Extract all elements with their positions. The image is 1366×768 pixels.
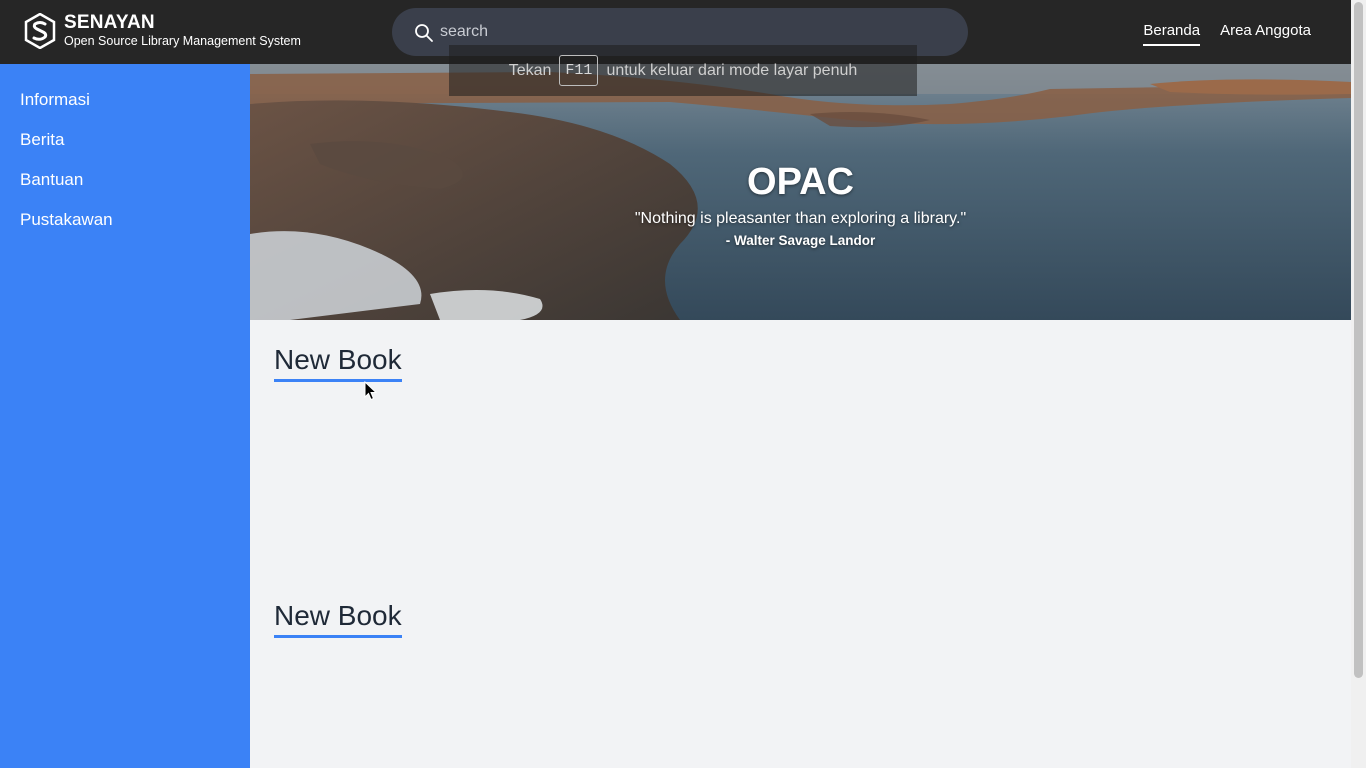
sidebar-item-bantuan[interactable]: Bantuan: [0, 168, 250, 208]
fullscreen-notice: Tekan F11 untuk keluar dari mode layar p…: [449, 45, 917, 96]
hero-title: OPAC: [747, 161, 854, 203]
page-scrollbar[interactable]: [1351, 0, 1366, 768]
hero-quote: "Nothing is pleasanter than exploring a …: [634, 210, 967, 227]
brand[interactable]: SENAYAN Open Source Library Management S…: [24, 13, 301, 49]
nav-beranda[interactable]: Beranda: [1143, 20, 1201, 46]
hero-banner: OPAC "Nothing is pleasanter than explori…: [250, 64, 1351, 320]
hero-quote-author: - Walter Savage Landor: [725, 233, 876, 248]
scrollbar-thumb[interactable]: [1354, 2, 1363, 678]
fullscreen-notice-suffix: untuk keluar dari mode layar penuh: [606, 61, 858, 79]
hero-text: OPAC "Nothing is pleasanter than explori…: [250, 160, 1351, 252]
slims-logo-icon: [24, 13, 56, 49]
fullscreen-notice-key: F11: [559, 55, 599, 86]
sidebar-item-informasi[interactable]: Informasi: [0, 88, 250, 128]
sidebar-link-pustakawan[interactable]: Pustakawan: [20, 210, 113, 229]
fullscreen-notice-prefix: Tekan: [508, 61, 552, 79]
nav-area-anggota[interactable]: Area Anggota: [1220, 20, 1311, 46]
new-book-section-title: New Book: [274, 343, 402, 382]
sidebar-item-pustakawan[interactable]: Pustakawan: [0, 208, 250, 248]
new-book-section-title-2: New Book: [274, 599, 402, 638]
mouse-cursor-icon: [364, 381, 378, 401]
brand-subtitle: Open Source Library Management System: [64, 34, 301, 48]
sidebar-link-berita[interactable]: Berita: [20, 130, 64, 149]
sidebar-item-berita[interactable]: Berita: [0, 128, 250, 168]
search-icon: [415, 24, 433, 42]
sidebar: Informasi Berita Bantuan Pustakawan: [0, 64, 250, 768]
sidebar-link-informasi[interactable]: Informasi: [20, 90, 90, 109]
top-nav: Beranda Area Anggota: [1143, 20, 1311, 46]
search-input[interactable]: [440, 18, 940, 46]
sidebar-link-bantuan[interactable]: Bantuan: [20, 170, 83, 189]
brand-title: SENAYAN: [64, 12, 155, 33]
